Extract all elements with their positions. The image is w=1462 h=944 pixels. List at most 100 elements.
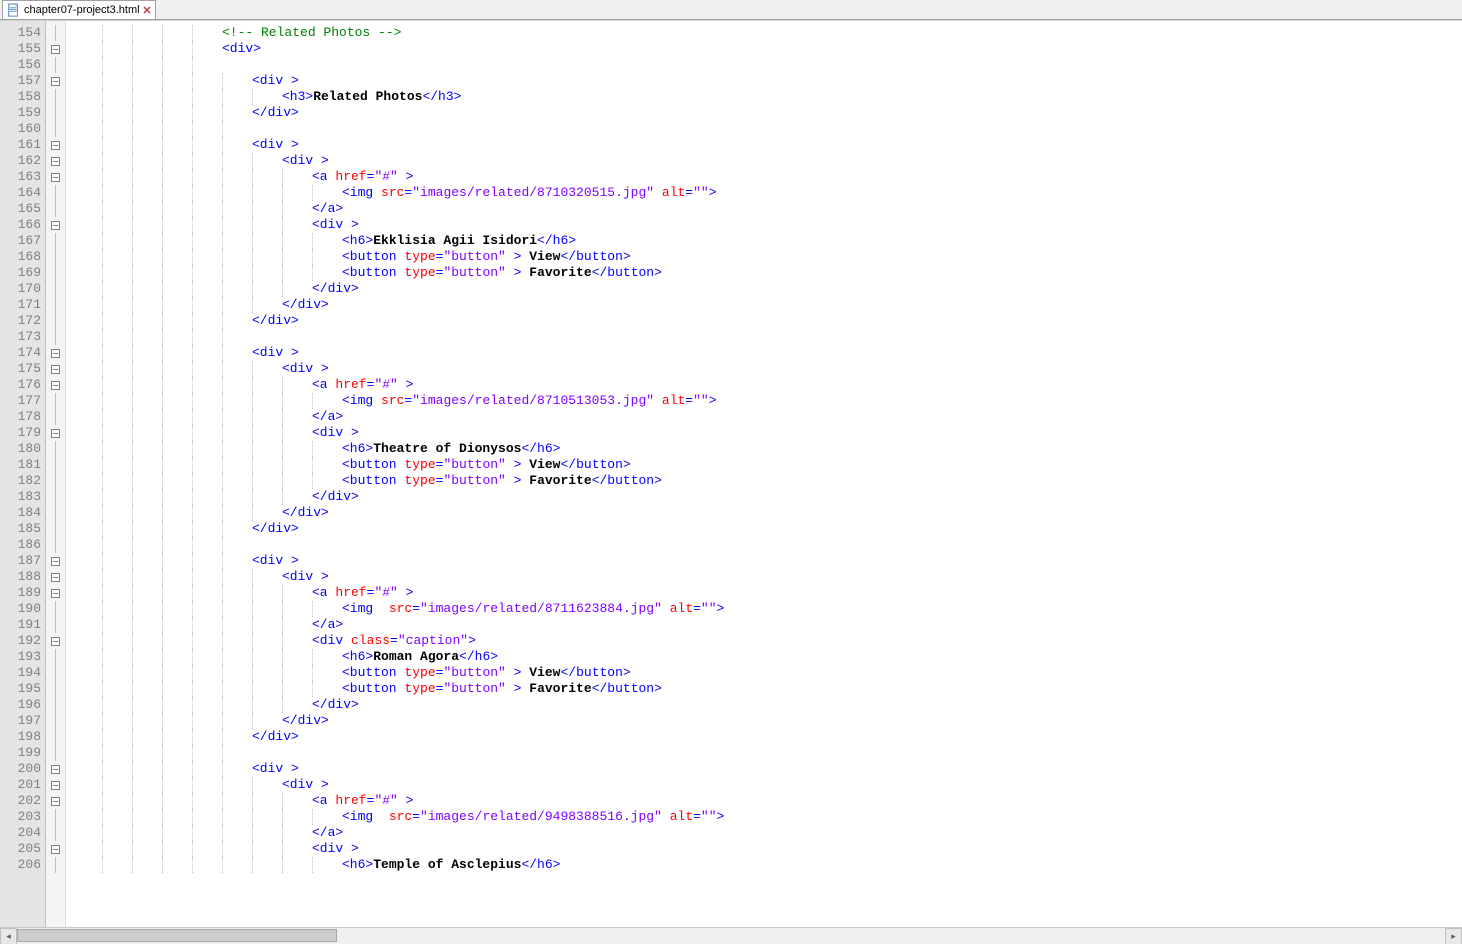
fold-toggle-icon[interactable] xyxy=(46,377,65,393)
code-line[interactable]: </div> xyxy=(72,313,1462,329)
code-line[interactable]: <!-- Related Photos --> xyxy=(72,25,1462,41)
fold-toggle-icon[interactable] xyxy=(46,361,65,377)
code-line[interactable]: <img src="images/related/8710320515.jpg"… xyxy=(72,185,1462,201)
fold-toggle-icon[interactable] xyxy=(46,553,65,569)
fold-toggle-icon[interactable] xyxy=(46,137,65,153)
line-number: 184 xyxy=(0,505,41,521)
code-line[interactable]: </div> xyxy=(72,521,1462,537)
code-line[interactable]: <img src="images/related/8710513053.jpg"… xyxy=(72,393,1462,409)
fold-guide xyxy=(46,649,65,665)
line-number: 157 xyxy=(0,73,41,89)
code-line[interactable]: <button type="button" > Favorite</button… xyxy=(72,265,1462,281)
fold-toggle-icon[interactable] xyxy=(46,217,65,233)
fold-toggle-icon[interactable] xyxy=(46,425,65,441)
code-line[interactable]: <img src="images/related/8711623884.jpg"… xyxy=(72,601,1462,617)
code-line[interactable]: </div> xyxy=(72,697,1462,713)
fold-toggle-icon[interactable] xyxy=(46,841,65,857)
code-line[interactable]: <button type="button" > View</button> xyxy=(72,665,1462,681)
fold-toggle-icon[interactable] xyxy=(46,153,65,169)
code-line[interactable]: </div> xyxy=(72,297,1462,313)
code-line[interactable] xyxy=(72,121,1462,137)
scroll-left-icon[interactable]: ◂ xyxy=(0,928,17,944)
code-line[interactable]: <a href="#" > xyxy=(72,169,1462,185)
scroll-track[interactable] xyxy=(17,928,1445,944)
fold-toggle-icon[interactable] xyxy=(46,633,65,649)
horizontal-scrollbar[interactable]: ◂ ▸ xyxy=(0,927,1462,944)
fold-toggle-icon[interactable] xyxy=(46,569,65,585)
fold-toggle-icon[interactable] xyxy=(46,761,65,777)
code-line[interactable]: <div > xyxy=(72,137,1462,153)
code-line[interactable] xyxy=(72,57,1462,73)
fold-guide xyxy=(46,681,65,697)
code-line[interactable]: <img src="images/related/9498388516.jpg"… xyxy=(72,809,1462,825)
code-line[interactable]: <div > xyxy=(72,217,1462,233)
code-line[interactable]: <div > xyxy=(72,361,1462,377)
file-tab[interactable]: chapter07-project3.html xyxy=(2,0,156,19)
fold-guide xyxy=(46,441,65,457)
fold-toggle-icon[interactable] xyxy=(46,169,65,185)
fold-toggle-icon[interactable] xyxy=(46,585,65,601)
code-area[interactable]: <!-- Related Photos --><div><div ><h3>Re… xyxy=(66,21,1462,927)
code-line[interactable] xyxy=(72,329,1462,345)
fold-toggle-icon[interactable] xyxy=(46,345,65,361)
scroll-thumb[interactable] xyxy=(17,929,337,942)
code-line[interactable]: <h3>Related Photos</h3> xyxy=(72,89,1462,105)
code-line[interactable]: <h6>Roman Agora</h6> xyxy=(72,649,1462,665)
line-number: 201 xyxy=(0,777,41,793)
code-line[interactable]: </div> xyxy=(72,505,1462,521)
code-line[interactable]: <div > xyxy=(72,73,1462,89)
code-line[interactable]: <h6>Theatre of Dionysos</h6> xyxy=(72,441,1462,457)
line-number: 189 xyxy=(0,585,41,601)
code-line[interactable]: <div > xyxy=(72,761,1462,777)
code-line[interactable]: </a> xyxy=(72,617,1462,633)
code-line[interactable]: <a href="#" > xyxy=(72,585,1462,601)
code-line[interactable]: </div> xyxy=(72,105,1462,121)
code-line[interactable]: <button type="button" > View</button> xyxy=(72,249,1462,265)
code-line[interactable]: <div > xyxy=(72,569,1462,585)
line-number: 199 xyxy=(0,745,41,761)
code-line[interactable]: </a> xyxy=(72,409,1462,425)
fold-toggle-icon[interactable] xyxy=(46,793,65,809)
fold-guide xyxy=(46,457,65,473)
code-line[interactable]: </a> xyxy=(72,825,1462,841)
code-line[interactable] xyxy=(72,537,1462,553)
code-line[interactable]: <button type="button" > View</button> xyxy=(72,457,1462,473)
fold-guide xyxy=(46,313,65,329)
code-line[interactable]: <div > xyxy=(72,553,1462,569)
code-editor[interactable]: 1541551561571581591601611621631641651661… xyxy=(0,20,1462,927)
code-line[interactable]: </div> xyxy=(72,489,1462,505)
line-number: 171 xyxy=(0,297,41,313)
code-line[interactable]: </a> xyxy=(72,201,1462,217)
fold-guide xyxy=(46,89,65,105)
line-number: 202 xyxy=(0,793,41,809)
fold-toggle-icon[interactable] xyxy=(46,41,65,57)
code-line[interactable]: </div> xyxy=(72,729,1462,745)
fold-guide xyxy=(46,617,65,633)
close-icon[interactable] xyxy=(143,6,151,14)
code-line[interactable]: <h6>Ekklisia Agii Isidori</h6> xyxy=(72,233,1462,249)
fold-gutter[interactable] xyxy=(46,21,66,927)
code-line[interactable]: <div> xyxy=(72,41,1462,57)
code-line[interactable]: <div > xyxy=(72,841,1462,857)
code-line[interactable]: <div > xyxy=(72,777,1462,793)
code-line[interactable]: <div > xyxy=(72,345,1462,361)
line-number: 172 xyxy=(0,313,41,329)
code-line[interactable]: </div> xyxy=(72,713,1462,729)
fold-toggle-icon[interactable] xyxy=(46,777,65,793)
code-line[interactable]: <div class="caption"> xyxy=(72,633,1462,649)
code-line[interactable]: <div > xyxy=(72,425,1462,441)
code-line[interactable]: <button type="button" > Favorite</button… xyxy=(72,473,1462,489)
scroll-right-icon[interactable]: ▸ xyxy=(1445,928,1462,944)
code-line[interactable]: <div > xyxy=(72,153,1462,169)
code-line[interactable]: </div> xyxy=(72,281,1462,297)
code-line[interactable]: <h6>Temple of Asclepius</h6> xyxy=(72,857,1462,873)
code-line[interactable] xyxy=(72,745,1462,761)
fold-toggle-icon[interactable] xyxy=(46,73,65,89)
line-number: 195 xyxy=(0,681,41,697)
code-line[interactable]: <button type="button" > Favorite</button… xyxy=(72,681,1462,697)
fold-guide xyxy=(46,473,65,489)
code-line[interactable]: <a href="#" > xyxy=(72,793,1462,809)
code-line[interactable]: <a href="#" > xyxy=(72,377,1462,393)
line-number: 205 xyxy=(0,841,41,857)
fold-guide xyxy=(46,729,65,745)
